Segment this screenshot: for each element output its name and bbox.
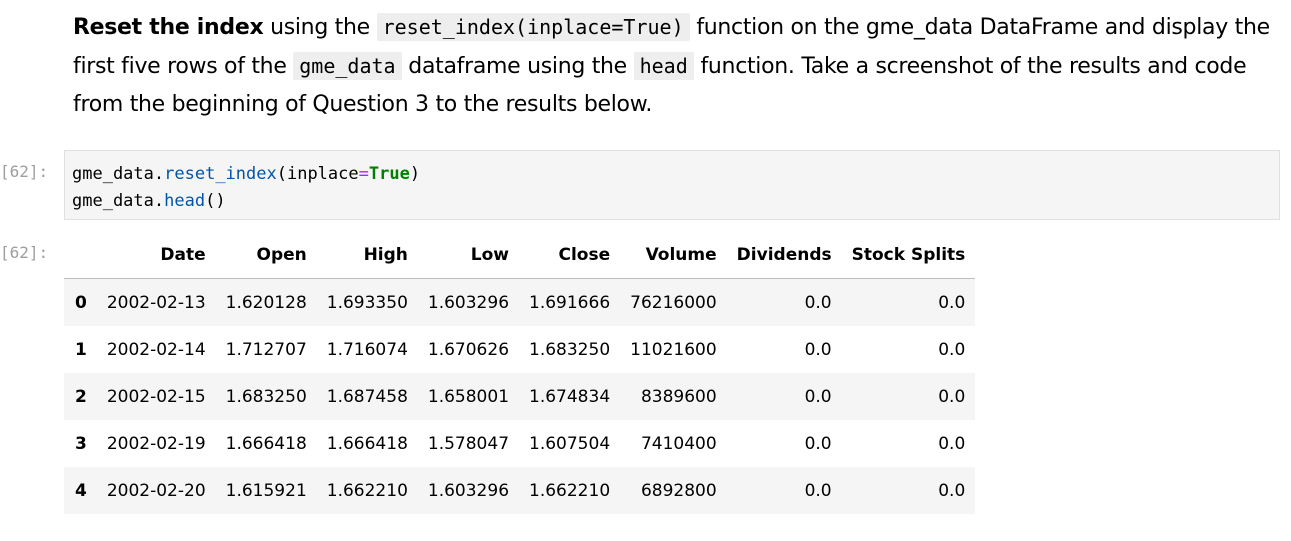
dataframe-output-table: Date Open High Low Close Volume Dividend…	[64, 232, 976, 514]
cell-dividends: 0.0	[804, 386, 832, 407]
code-token-paren: ()	[205, 191, 226, 211]
cell-high: 1.687458	[326, 386, 408, 407]
code-token-object: gme_data	[72, 164, 154, 184]
cell-volume: 11021600	[630, 339, 717, 360]
cell-high: 1.693350	[326, 292, 408, 313]
inline-code-gme-data: gme_data	[293, 52, 402, 80]
code-token-paren: )	[409, 164, 421, 184]
markdown-instructions: Reset the index using the reset_index(in…	[73, 8, 1273, 124]
code-token-object: gme_data	[72, 191, 154, 211]
cell-stock-splits: 0.0	[938, 433, 966, 454]
column-header-index	[64, 232, 97, 279]
cell-volume: 8389600	[640, 386, 717, 407]
inline-code-head: head	[633, 52, 694, 80]
column-header-volume: Volume	[620, 232, 727, 279]
table-row: 0 2002-02-13 1.620128 1.693350 1.603296 …	[64, 278, 976, 326]
cell-dividends: 0.0	[804, 433, 832, 454]
code-token-operator: =	[358, 164, 369, 184]
cell-low: 1.578047	[427, 433, 510, 454]
cell-volume: 6892800	[640, 480, 717, 501]
code-token-method: reset_index	[164, 164, 277, 184]
cell-dividends: 0.0	[804, 480, 832, 501]
output-prompt: [62]:	[0, 243, 49, 262]
column-header-stock-splits: Stock Splits	[841, 232, 976, 279]
cell-close: 1.683250	[529, 339, 611, 360]
column-header-low: Low	[417, 232, 520, 279]
cell-date: 2002-02-14	[106, 339, 206, 360]
code-cell-input[interactable]: gme_data.reset_index(inplace=True) gme_d…	[64, 150, 1280, 220]
code-token-dot: .	[153, 164, 165, 184]
cell-date: 2002-02-20	[106, 480, 206, 501]
cell-low: 1.603296	[427, 292, 510, 313]
table-header-row: Date Open High Low Close Volume Dividend…	[64, 232, 976, 279]
cell-close: 1.662210	[529, 480, 611, 501]
inline-code-reset-index: reset_index(inplace=True)	[376, 13, 690, 41]
row-index: 1	[75, 339, 87, 360]
row-index: 3	[75, 433, 87, 454]
input-prompt: [62]:	[0, 162, 49, 181]
cell-dividends: 0.0	[804, 292, 832, 313]
instruction-bold-lead: Reset the index	[73, 15, 264, 40]
table-row: 1 2002-02-14 1.712707 1.716074 1.670626 …	[64, 326, 975, 373]
cell-low: 1.658001	[427, 386, 510, 407]
cell-open: 1.620128	[225, 292, 307, 313]
cell-close: 1.607504	[529, 433, 611, 454]
cell-volume: 7410400	[640, 433, 717, 454]
cell-open: 1.666418	[225, 433, 307, 454]
cell-close: 1.674834	[529, 386, 611, 407]
column-header-high: High	[316, 232, 418, 279]
instruction-text-1: using the	[263, 15, 377, 40]
cell-stock-splits: 0.0	[938, 292, 966, 313]
cell-high: 1.666418	[326, 433, 408, 454]
cell-stock-splits: 0.0	[938, 386, 966, 407]
cell-high: 1.716074	[326, 339, 408, 360]
cell-open: 1.683250	[225, 386, 307, 407]
row-index: 4	[75, 480, 87, 501]
column-header-close: Close	[519, 232, 621, 279]
cell-date: 2002-02-15	[106, 386, 206, 407]
cell-open: 1.615921	[225, 480, 307, 501]
code-token-keyword: True	[368, 164, 410, 184]
column-header-dividends: Dividends	[726, 232, 842, 279]
code-token-arg: (inplace	[276, 164, 359, 184]
code-token-method: head	[164, 191, 206, 211]
cell-dividends: 0.0	[804, 339, 832, 360]
cell-close: 1.691666	[529, 292, 611, 313]
cell-low: 1.603296	[427, 480, 510, 501]
cell-low: 1.670626	[427, 339, 510, 360]
instruction-text-3: dataframe using the	[401, 54, 634, 79]
table-row: 4 2002-02-20 1.615921 1.662210 1.603296 …	[64, 467, 976, 514]
code-line-1: gme_data.reset_index(inplace=True)	[72, 164, 420, 184]
cell-stock-splits: 0.0	[938, 480, 966, 501]
column-header-date: Date	[96, 232, 216, 279]
code-line-2: gme_data.head()	[72, 191, 226, 211]
row-index: 2	[75, 386, 87, 407]
code-token-dot: .	[153, 191, 165, 211]
cell-date: 2002-02-19	[106, 433, 206, 454]
column-header-open: Open	[215, 232, 317, 279]
cell-volume: 76216000	[630, 292, 717, 313]
cell-high: 1.662210	[326, 480, 408, 501]
cell-stock-splits: 0.0	[938, 339, 966, 360]
table-row: 2 2002-02-15 1.683250 1.687458 1.658001 …	[64, 373, 976, 420]
table-row: 3 2002-02-19 1.666418 1.666418 1.578047 …	[64, 420, 975, 467]
row-index: 0	[75, 292, 87, 313]
cell-open: 1.712707	[225, 339, 307, 360]
cell-date: 2002-02-13	[106, 292, 206, 313]
